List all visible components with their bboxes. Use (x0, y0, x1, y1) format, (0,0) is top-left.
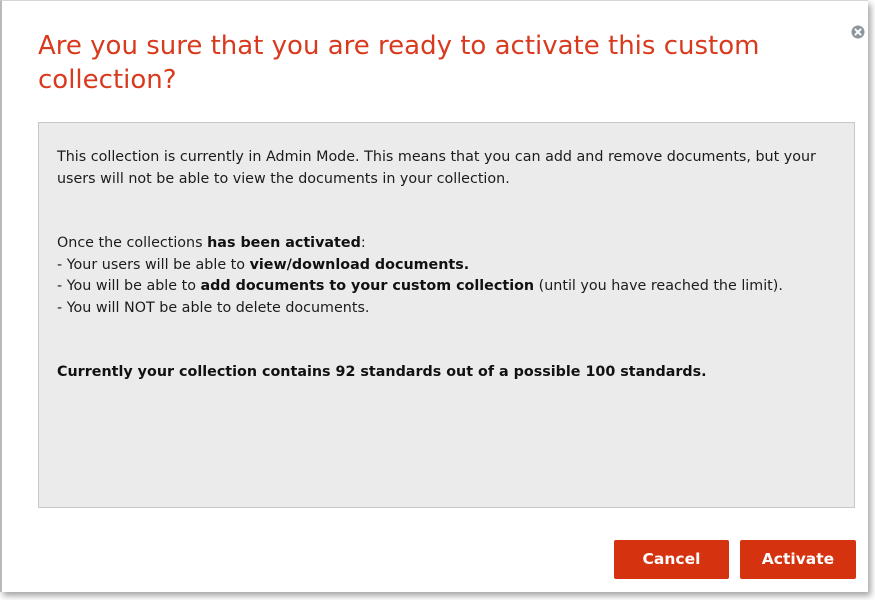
activation-heading: Once the collections has been activated: (57, 233, 834, 255)
activate-collection-dialog: Are you sure that you are ready to activ… (0, 0, 868, 592)
bullet-add-documents: - You will be able to add documents to y… (57, 276, 834, 298)
bullet-no-delete: - You will NOT be able to delete documen… (57, 299, 370, 316)
message-box: This collection is currently in Admin Mo… (38, 122, 855, 508)
bullet-add-documents-suffix: (until you have reached the limit). (534, 278, 783, 294)
collection-summary: Currently your collection contains 92 st… (57, 364, 707, 380)
bullet-view-download-prefix: - Your users will be able to (57, 256, 250, 273)
activation-heading-suffix: : (360, 235, 366, 251)
bullet-view-download: - Your users will be able to view/downlo… (57, 255, 834, 277)
cancel-button[interactable]: Cancel (614, 540, 729, 579)
bullet-add-documents-prefix: - You will be able to (57, 278, 201, 294)
close-icon[interactable] (851, 25, 865, 39)
activation-heading-bold: has been activated (207, 235, 361, 251)
intro-text: This collection is currently in Admin Mo… (57, 149, 816, 187)
dialog-title: Are you sure that you are ready to activ… (38, 31, 760, 95)
activate-button[interactable]: Activate (740, 540, 856, 579)
bullet-add-documents-bold: add documents to your custom collection (200, 278, 535, 294)
bullet-view-download-bold: view/download documents. (249, 256, 470, 273)
activation-heading-prefix: Once the collections (57, 235, 208, 251)
